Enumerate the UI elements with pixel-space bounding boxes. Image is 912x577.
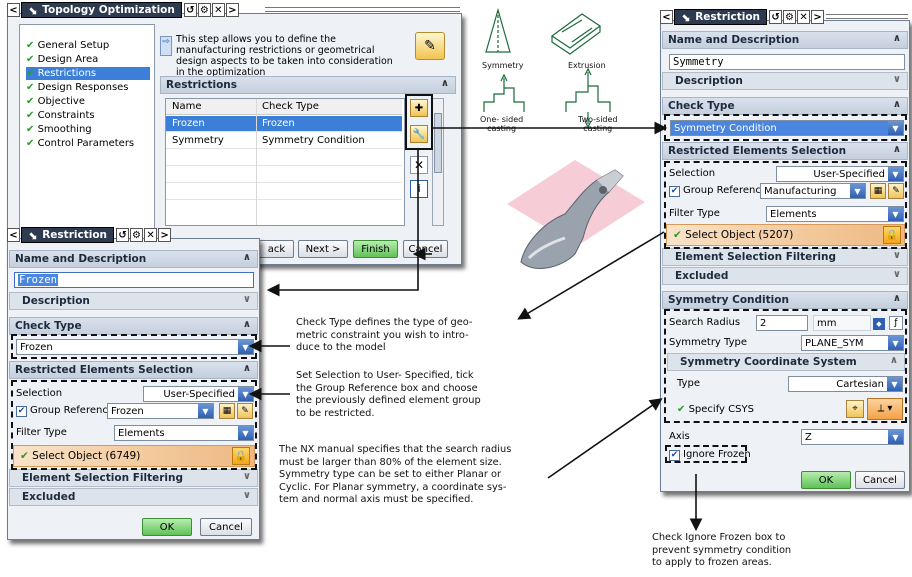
connector-arrows <box>248 121 703 532</box>
arrow-to-part <box>517 231 665 320</box>
arrow-to-frozen-dialog <box>266 148 419 297</box>
arrow-nx-note <box>547 398 663 479</box>
